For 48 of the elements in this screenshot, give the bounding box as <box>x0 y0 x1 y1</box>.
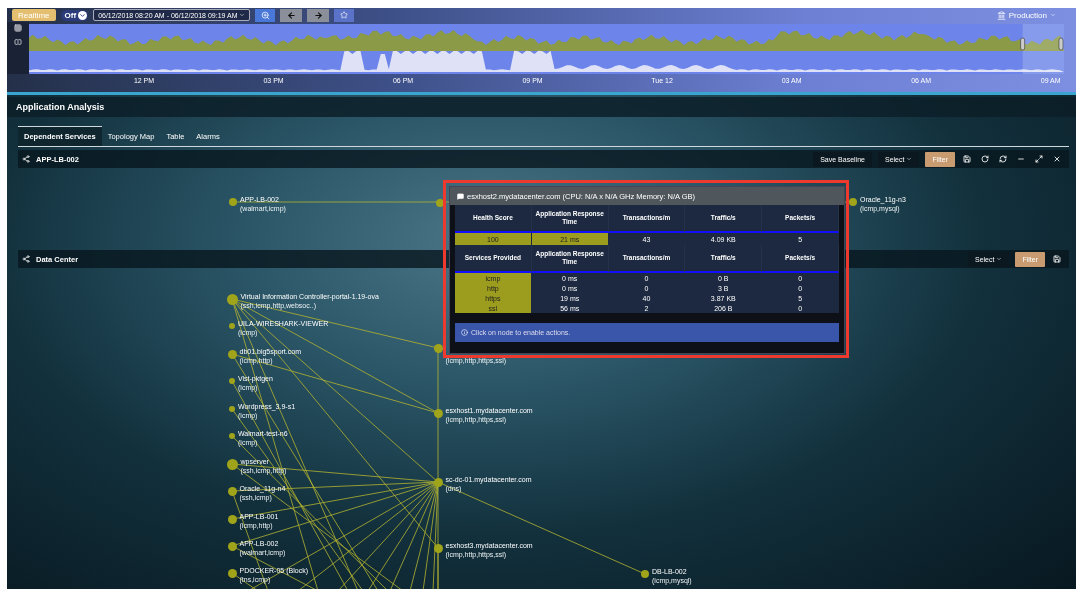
save-icon[interactable] <box>961 155 973 163</box>
refresh-icon[interactable] <box>997 155 1009 163</box>
back-button[interactable] <box>280 8 303 22</box>
node-dot[interactable] <box>229 433 235 439</box>
section-title: Application Analysis <box>16 102 105 112</box>
node-dot[interactable] <box>849 198 857 206</box>
node-dot[interactable] <box>433 408 443 418</box>
comment-icon <box>457 192 464 200</box>
caret-icon <box>1050 12 1056 18</box>
info-icon <box>461 329 468 336</box>
star-icon <box>340 11 349 19</box>
arrow-right-icon <box>314 10 323 20</box>
selected-range[interactable] <box>1022 24 1064 74</box>
rotate-icon[interactable] <box>979 155 991 163</box>
node-dot[interactable] <box>433 543 443 553</box>
zoom-in-icon <box>261 10 270 20</box>
share-icon <box>22 255 30 263</box>
node-dot[interactable] <box>229 378 235 384</box>
node-dot[interactable] <box>227 486 237 496</box>
caret-icon <box>239 12 246 18</box>
range-handle[interactable] <box>1058 37 1064 51</box>
share-icon <box>22 155 30 163</box>
caret-icon <box>996 256 1003 262</box>
building-icon <box>996 10 1006 20</box>
node-dot[interactable] <box>641 570 649 578</box>
node-dot[interactable] <box>227 541 237 551</box>
node-dot[interactable] <box>433 343 443 353</box>
node-dot[interactable] <box>229 323 235 329</box>
favorite-button[interactable] <box>334 8 355 22</box>
save-icon[interactable] <box>1051 255 1063 263</box>
node-dot[interactable] <box>436 199 444 207</box>
minimize-icon[interactable] <box>1015 155 1027 163</box>
arrow-left-icon <box>287 10 296 20</box>
zoom-in-button[interactable] <box>255 8 276 22</box>
node-dot[interactable] <box>433 477 443 487</box>
chevron-down-icon <box>78 10 88 20</box>
forward-button[interactable] <box>307 8 330 22</box>
node-dot[interactable] <box>226 458 238 470</box>
node-dot[interactable] <box>227 349 237 359</box>
node-dot[interactable] <box>229 198 237 206</box>
node-dot[interactable] <box>229 406 235 412</box>
node-dot[interactable] <box>227 568 237 578</box>
refresh-interval-dropdown[interactable]: Off <box>60 9 89 21</box>
range-handle[interactable] <box>1020 37 1025 51</box>
caret-icon <box>906 156 913 162</box>
node-dot[interactable] <box>227 514 237 524</box>
expand-icon[interactable] <box>1033 155 1045 163</box>
node-dot[interactable] <box>226 293 238 305</box>
